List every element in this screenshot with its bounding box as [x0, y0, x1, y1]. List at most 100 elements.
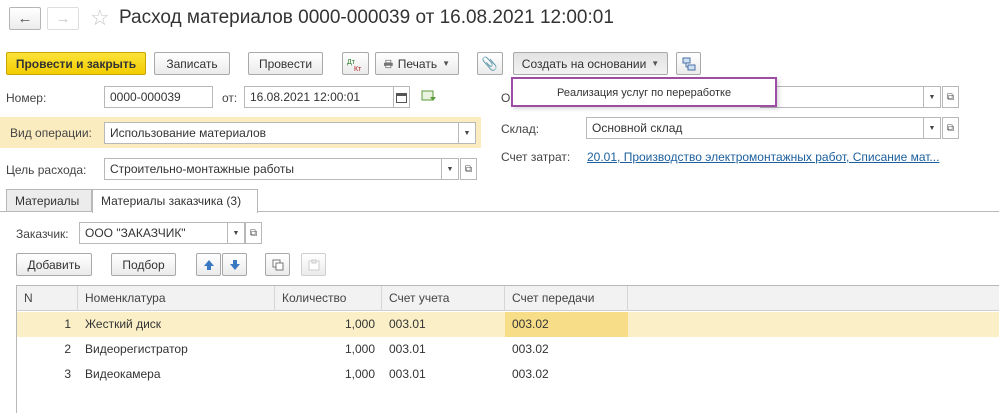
create-based-on-menu: Реализация услуг по переработке [511, 77, 777, 107]
purpose-field[interactable]: Строительно-монтажные работы [104, 158, 442, 180]
row-account: 003.01 [389, 342, 426, 356]
structure-icon [682, 57, 695, 70]
page-title: Расход материалов 0000-000039 от 16.08.2… [119, 7, 614, 28]
customer-open-button[interactable]: ⧉ [245, 222, 262, 244]
chevron-down-icon: ▼ [446, 165, 454, 173]
print-button[interactable]: Печать ▼ [375, 52, 459, 75]
date-field[interactable]: 16.08.2021 12:00:01 [244, 86, 394, 108]
purpose-open-button[interactable]: ⧉ [460, 158, 477, 180]
col-quantity[interactable]: Количество [275, 286, 382, 311]
row-number: 3 [64, 367, 71, 381]
row-transfer-account: 003.02 [505, 312, 628, 337]
tab-materials[interactable]: Материалы [6, 189, 92, 212]
move-up-button[interactable] [196, 253, 221, 276]
warehouse-dropdown[interactable]: ▼ [924, 117, 941, 139]
open-icon: ⧉ [249, 227, 258, 239]
chevron-down-icon: ▼ [928, 93, 936, 101]
chevron-down-icon: ▼ [442, 59, 450, 68]
purpose-label: Цель расхода: [6, 163, 87, 177]
row-nomenclature: Видеорегистратор [85, 342, 188, 356]
debit-credit-icon: Дт Кт [347, 59, 362, 72]
warehouse-label: Склад: [501, 122, 540, 136]
post-and-close-button[interactable]: Провести и закрыть [6, 52, 146, 75]
table-header: N Номенклатура Количество Счет учета Сче… [17, 286, 999, 311]
copy-icon [272, 259, 283, 270]
table-row[interactable]: 1 Жесткий диск 1,000 003.01 003.02 [17, 312, 999, 337]
add-button[interactable]: Добавить [16, 253, 92, 276]
cost-account-link[interactable]: 20.01, Производство электромонтажных раб… [587, 150, 953, 164]
paste-icon [308, 259, 319, 270]
create-based-on-label: Создать на основании [521, 56, 647, 71]
col-n[interactable]: N [17, 286, 78, 311]
arrow-up-icon [203, 259, 214, 270]
row-quantity: 1,000 [344, 342, 375, 356]
print-label: Печать [397, 56, 438, 71]
row-transfer-account: 003.02 [512, 367, 549, 381]
chevron-down-icon: ▼ [463, 129, 471, 137]
copy-button[interactable] [265, 253, 290, 276]
open-icon: ⧉ [946, 122, 955, 134]
svg-text:Кт: Кт [354, 66, 362, 72]
post-button[interactable]: Провести [248, 52, 323, 75]
arrow-down-icon [229, 259, 240, 270]
arrow-left-icon: ← [17, 10, 33, 27]
row-nomenclature: Жесткий диск [85, 317, 162, 331]
table-row[interactable]: 2 Видеорегистратор 1,000 003.01 003.02 [17, 337, 999, 362]
operation-dropdown[interactable]: ▼ [459, 122, 476, 144]
row-number: 1 [64, 317, 71, 331]
customer-field[interactable]: ООО "ЗАКАЗЧИК" [79, 222, 228, 244]
cost-account-label: Счет затрат: [501, 150, 571, 164]
chevron-down-icon: ▼ [928, 124, 936, 132]
row-transfer-account: 003.02 [512, 342, 549, 356]
printer-icon [384, 59, 393, 68]
chevron-down-icon: ▼ [651, 59, 660, 68]
svg-text:Дт: Дт [347, 59, 356, 66]
move-down-button[interactable] [222, 253, 247, 276]
attach-button[interactable]: 📎 [477, 52, 503, 75]
forward-button[interactable]: → [47, 7, 79, 30]
organization-open-button[interactable]: ⧉ [942, 86, 959, 108]
row-quantity: 1,000 [344, 317, 375, 331]
paste-button[interactable] [301, 253, 326, 276]
col-nomenclature[interactable]: Номенклатура [78, 286, 275, 311]
row-account: 003.01 [389, 317, 426, 331]
paperclip-icon: 📎 [481, 55, 499, 71]
operation-field[interactable]: Использование материалов [104, 122, 459, 144]
purpose-dropdown[interactable]: ▼ [442, 158, 459, 180]
menu-item-processing-services[interactable]: Реализация услуг по переработке [557, 87, 731, 99]
row-number: 2 [64, 342, 71, 356]
customer-dropdown[interactable]: ▼ [228, 222, 245, 244]
arrow-right-icon: → [55, 10, 71, 27]
calendar-button[interactable] [393, 86, 410, 108]
row-nomenclature: Видеокамера [85, 367, 161, 381]
structure-button[interactable] [676, 52, 701, 75]
row-account: 003.01 [389, 367, 426, 381]
warehouse-field[interactable]: Основной склад [586, 117, 924, 139]
chevron-down-icon: ▼ [232, 229, 240, 237]
open-icon: ⧉ [464, 163, 473, 175]
warehouse-open-button[interactable]: ⧉ [942, 117, 959, 139]
select-button[interactable]: Подбор [111, 253, 176, 276]
date-label: от: [222, 91, 238, 105]
create-based-on-button[interactable]: Создать на основании ▼ [513, 52, 668, 75]
favorite-star-icon[interactable]: ☆ [90, 5, 110, 31]
calendar-icon [396, 92, 407, 103]
organization-label: О [501, 91, 511, 105]
number-label: Номер: [6, 91, 47, 105]
customer-label: Заказчик: [16, 227, 69, 241]
table-row[interactable]: 3 Видеокамера 1,000 003.01 003.02 [17, 362, 999, 387]
status-icon [421, 89, 437, 106]
organization-field[interactable] [760, 86, 924, 108]
save-button[interactable]: Записать [154, 52, 230, 75]
back-button[interactable]: ← [9, 7, 41, 30]
col-transfer-account[interactable]: Счет передачи [505, 286, 628, 311]
number-field[interactable]: 0000-000039 [104, 86, 213, 108]
active-tab-gap [93, 210, 257, 212]
col-account[interactable]: Счет учета [382, 286, 505, 311]
dt-kt-button[interactable]: Дт Кт [342, 52, 369, 75]
operation-label: Вид операции: [10, 126, 92, 140]
materials-table: N Номенклатура Количество Счет учета Сче… [16, 285, 999, 413]
row-quantity: 1,000 [344, 367, 375, 381]
organization-dropdown[interactable]: ▼ [924, 86, 941, 108]
open-icon: ⧉ [946, 91, 955, 103]
